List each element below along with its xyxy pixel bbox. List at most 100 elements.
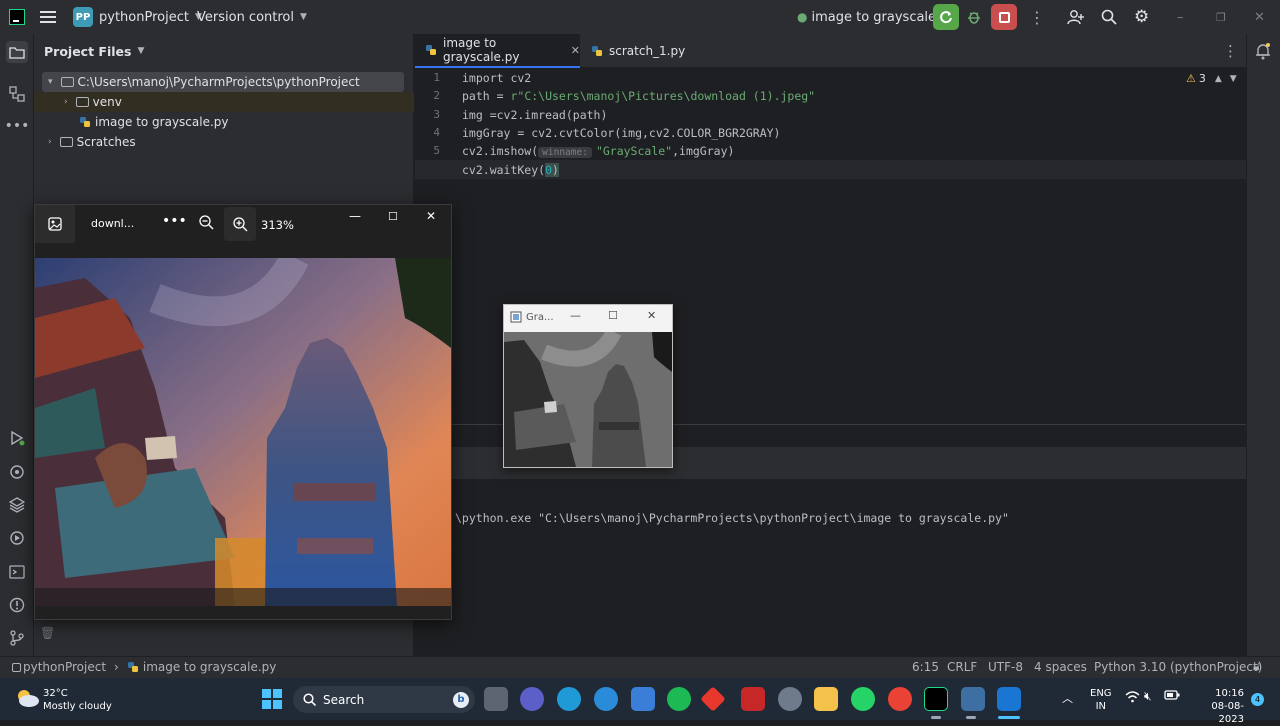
photos-taskbar-icon[interactable] [997, 687, 1021, 711]
zoom-in-icon[interactable] [224, 207, 256, 241]
python-packages-icon[interactable] [7, 495, 27, 515]
lock-icon[interactable]: 🔓︎ [1253, 659, 1261, 674]
tab-options-icon[interactable]: ⋮ [1223, 34, 1238, 68]
file-explorer-icon[interactable] [814, 687, 838, 711]
whatsapp-icon[interactable] [851, 687, 875, 711]
chevron-right-icon[interactable]: › [64, 97, 68, 107]
wifi-icon[interactable] [1125, 691, 1140, 703]
run-config-selector[interactable]: ● image to grayscale ▼ [797, 0, 948, 34]
indent-setting[interactable]: 4 spaces [1034, 660, 1087, 674]
project-switcher[interactable]: PP pythonProject ▼ [73, 0, 202, 34]
tree-item-venv[interactable]: › venv [34, 92, 414, 112]
gear-app-icon[interactable] [778, 687, 802, 711]
chevron-down-icon[interactable]: ▼ [1230, 74, 1237, 84]
terminal-icon[interactable] [7, 562, 27, 582]
more-actions-icon[interactable]: ⋮ [1029, 0, 1045, 34]
clock[interactable]: 10:16 08-08-2023 [1192, 687, 1244, 726]
grayscale-image[interactable] [504, 332, 672, 467]
store-icon[interactable] [631, 687, 655, 711]
weather-cloud-icon[interactable] [14, 688, 40, 708]
grayscale-window-titlebar[interactable]: Gra... — ☐ ✕ [504, 305, 672, 329]
caret-position[interactable]: 6:15 [912, 660, 939, 674]
settings-gear-icon[interactable]: ⚙ [1134, 0, 1149, 34]
mcafee-icon[interactable] [741, 687, 765, 711]
pycharm-taskbar-icon[interactable] [924, 687, 948, 711]
python-app-icon[interactable] [961, 687, 985, 711]
input-language[interactable]: ENG IN [1090, 687, 1112, 713]
services-icon[interactable] [7, 528, 27, 548]
trash-icon[interactable]: 🗑 [40, 626, 55, 640]
stop-button[interactable] [991, 0, 1017, 34]
windows-start-icon[interactable] [260, 687, 284, 711]
close-icon[interactable]: ✕ [1254, 0, 1265, 34]
run-tool-icon[interactable] [7, 428, 27, 448]
temple-photo[interactable] [35, 258, 451, 606]
restore-icon[interactable]: ❐ [1216, 0, 1226, 34]
maximize-icon[interactable]: ☐ [608, 309, 618, 322]
code-with-me-icon[interactable] [1067, 0, 1085, 34]
tree-item-label: venv [92, 95, 122, 109]
code-line-4[interactable]: imgGray = cv2.cvtColor(img,cv2.COLOR_BGR… [462, 124, 781, 142]
tree-item-scratches[interactable]: › Scratches [34, 132, 414, 152]
problems-icon[interactable] [7, 595, 27, 615]
close-icon[interactable]: ✕ [426, 209, 436, 223]
close-tab-icon[interactable]: ✕ [571, 44, 580, 57]
code-line-3[interactable]: img =cv2.imread(path) [462, 106, 607, 124]
weather-widget[interactable]: 32°C Mostly cloudy [43, 687, 112, 713]
taskbar-search[interactable]: Search b [293, 686, 475, 713]
photos-app-icon[interactable] [35, 205, 75, 243]
structure-icon[interactable] [7, 84, 27, 104]
maximize-icon[interactable]: ☐ [388, 210, 398, 223]
inspection-widget[interactable]: ⚠ 3 ▲ ▼ [1186, 72, 1237, 85]
chrome-icon[interactable] [888, 687, 912, 711]
notifications-icon[interactable] [1255, 42, 1271, 60]
app-diamond-icon[interactable] [700, 686, 726, 712]
breadcrumb-project[interactable]: pythonProject [23, 660, 106, 674]
python-console-icon[interactable] [7, 462, 27, 482]
breadcrumb-file[interactable]: image to grayscale.py [143, 660, 277, 674]
tree-root-row[interactable]: ▾ C:\Users\manoj\PycharmProjects\pythonP… [42, 72, 404, 92]
more-tools-icon[interactable]: ••• [5, 116, 30, 136]
temperature: 32°C [43, 688, 68, 699]
minimize-icon[interactable]: — [349, 209, 361, 223]
notification-badge[interactable]: 4 [1251, 693, 1264, 706]
chevron-down-icon: ▼ [137, 46, 145, 56]
chevron-up-icon[interactable]: ︿ [1062, 690, 1073, 706]
python-interpreter[interactable]: Python 3.10 (pythonProject) [1094, 660, 1262, 674]
minimize-icon[interactable]: – [1177, 0, 1184, 34]
vcs-menu[interactable]: Version control ▼ [197, 0, 307, 34]
tab-scratch[interactable]: scratch_1.py [591, 34, 685, 68]
project-panel-header[interactable]: Project Files ▼ [44, 34, 144, 68]
chevron-up-icon[interactable]: ▲ [1215, 74, 1222, 84]
settings-app-icon[interactable] [594, 687, 618, 711]
edge-icon[interactable] [557, 687, 581, 711]
tab-image-to-grayscale[interactable]: image to grayscale.py ✕ [415, 34, 580, 68]
line-separator[interactable]: CRLF [947, 660, 977, 674]
code-line-2[interactable]: path = r"C:\Users\manoj\Pictures\downloa… [462, 87, 815, 105]
close-icon[interactable]: ✕ [647, 309, 656, 322]
file-encoding[interactable]: UTF-8 [988, 660, 1023, 674]
project-tool-folder-icon[interactable] [6, 41, 28, 63]
git-icon[interactable] [7, 628, 27, 648]
code-line-1[interactable]: import cv2 [462, 69, 531, 87]
chevron-right-icon[interactable]: › [48, 137, 52, 147]
volume-muted-icon[interactable]: 🔇︎ [1144, 689, 1152, 704]
search-everywhere-icon[interactable] [1101, 0, 1117, 34]
task-view-icon[interactable] [484, 687, 508, 711]
run-console-output[interactable]: \python.exe "C:\Users\manoj\PycharmProje… [455, 511, 1009, 525]
more-options-icon[interactable]: ••• [162, 213, 187, 229]
spotify-icon[interactable] [667, 687, 691, 711]
debug-button[interactable] [966, 0, 982, 34]
minimize-icon[interactable]: — [570, 309, 581, 322]
clock-date: 08-08-2023 [1211, 701, 1244, 725]
rerun-button[interactable] [933, 0, 959, 34]
chevron-down-icon[interactable]: ▾ [48, 77, 53, 87]
zoom-out-icon[interactable] [199, 215, 214, 230]
pycharm-logo-icon[interactable] [9, 0, 25, 34]
main-menu-icon[interactable] [40, 0, 56, 34]
teams-chat-icon[interactable] [520, 687, 544, 711]
code-line-6[interactable]: cv2.waitKey(0) [462, 161, 559, 179]
code-line-5[interactable]: cv2.imshow(winname: "GrayScale",imgGray) [462, 142, 734, 160]
battery-icon[interactable] [1164, 689, 1180, 701]
tree-item-script[interactable]: image to grayscale.py [34, 112, 414, 132]
